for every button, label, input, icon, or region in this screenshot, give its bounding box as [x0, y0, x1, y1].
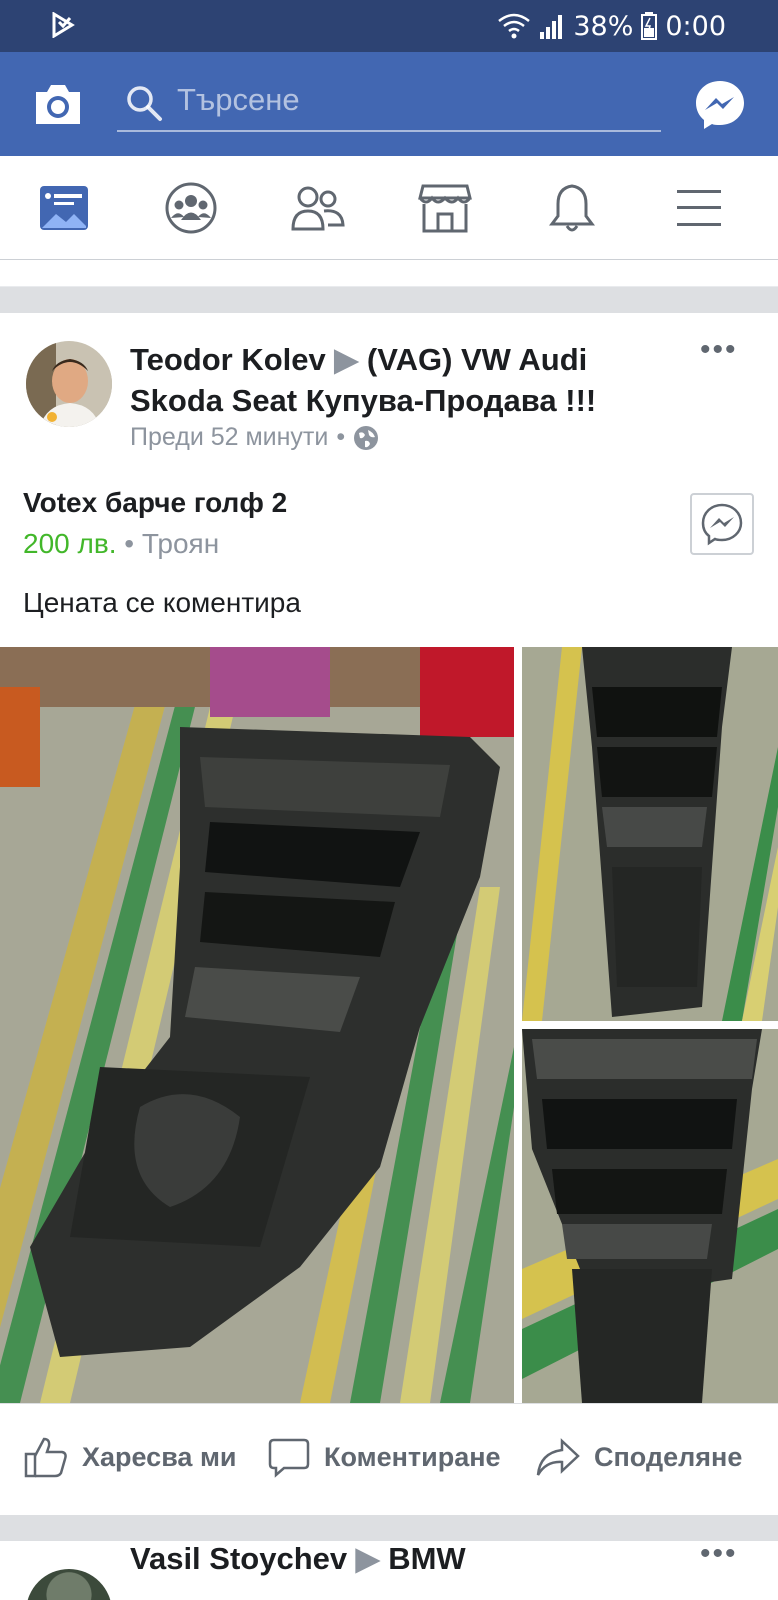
messenger-icon[interactable]	[693, 78, 747, 132]
top-bar: Търсене	[0, 52, 778, 156]
tab-bar	[0, 156, 778, 260]
tab-friends[interactable]	[290, 180, 346, 236]
arrow-right-icon: ▶	[334, 342, 359, 377]
listing-title: Votex барче голф 2	[23, 487, 288, 518]
tab-marketplace[interactable]	[417, 180, 473, 236]
feed-spacer	[0, 260, 778, 286]
share-button[interactable]: Споделяне	[536, 1434, 742, 1480]
wifi-icon	[498, 13, 531, 39]
listing-photos	[0, 647, 778, 1403]
battery-percent: 38%	[573, 10, 634, 42]
author-name[interactable]: Teodor Kolev	[130, 342, 326, 377]
listing-location: Троян	[141, 528, 220, 559]
like-button[interactable]: Харесва ми	[24, 1434, 237, 1480]
listing-price-line: 200 лв. • Троян	[23, 528, 219, 560]
listing-price: 200 лв.	[23, 528, 117, 559]
post-options-button[interactable]: •••	[700, 333, 738, 367]
like-label: Харесва ми	[82, 1441, 237, 1472]
listing-photo-main[interactable]	[0, 647, 514, 1403]
comment-button[interactable]: Коментиране	[268, 1434, 501, 1480]
arrow-right-icon: ▶	[355, 1541, 380, 1576]
tab-groups[interactable]	[163, 180, 219, 236]
post-author-line-next: Vasil Stoychev ▶ BMW	[130, 1541, 466, 1577]
author-name-next[interactable]: Vasil Stoychev	[130, 1541, 347, 1576]
feed-post: Teodor Kolev ▶ (VAG) VW Audi Skoda Seat …	[0, 313, 778, 1515]
friends-icon	[291, 186, 345, 231]
avatar-photo	[26, 341, 112, 427]
post-meta: Преди 52 минути •	[130, 423, 379, 452]
news-feed-icon	[40, 186, 88, 230]
thumbs-up-icon	[24, 1437, 67, 1478]
author-avatar-next[interactable]	[26, 1569, 112, 1600]
tab-news-feed[interactable]	[36, 180, 92, 236]
share-label: Споделяне	[594, 1441, 743, 1472]
listing-photo-2[interactable]	[522, 647, 778, 1021]
feed-divider	[0, 287, 778, 313]
search-icon	[127, 86, 162, 121]
search-placeholder: Търсене	[177, 82, 300, 117]
listing-description: Цената се коментира	[23, 587, 301, 618]
tab-notifications[interactable]	[544, 180, 600, 236]
listing-photo-3[interactable]	[522, 1029, 778, 1403]
message-seller-button[interactable]	[690, 493, 754, 555]
search-input[interactable]: Търсене	[117, 70, 661, 132]
signal-icon	[540, 15, 563, 39]
comment-icon	[268, 1438, 310, 1478]
feed-post-next: Vasil Stoychev ▶ BMW •••	[0, 1541, 778, 1600]
meta-separator: •	[336, 423, 346, 451]
post-author-line: Teodor Kolev ▶ (VAG) VW Audi Skoda Seat …	[130, 339, 650, 421]
camera-icon[interactable]	[32, 80, 84, 128]
messenger-outline-icon	[701, 503, 743, 546]
menu-icon	[677, 190, 721, 226]
bell-icon	[549, 184, 595, 232]
comment-label: Коментиране	[324, 1441, 501, 1472]
status-bar: 38% 0:00	[0, 0, 778, 52]
feed-divider-2	[0, 1515, 778, 1541]
group-name-next[interactable]: BMW	[388, 1541, 465, 1576]
clock: 0:00	[665, 10, 726, 42]
groups-icon	[165, 182, 217, 234]
share-icon	[536, 1438, 580, 1476]
price-separator: •	[124, 528, 142, 559]
post-actions: Харесва ми Коментиране Споделяне	[0, 1403, 778, 1515]
post-timestamp[interactable]: Преди 52 минути	[130, 423, 328, 452]
play-store-notification-icon	[52, 12, 75, 38]
author-avatar[interactable]	[26, 341, 112, 427]
globe-icon	[354, 425, 379, 450]
post-options-button-next[interactable]: •••	[700, 1541, 738, 1571]
battery-icon	[641, 12, 658, 40]
marketplace-icon	[418, 184, 472, 233]
tab-menu[interactable]	[671, 180, 727, 236]
